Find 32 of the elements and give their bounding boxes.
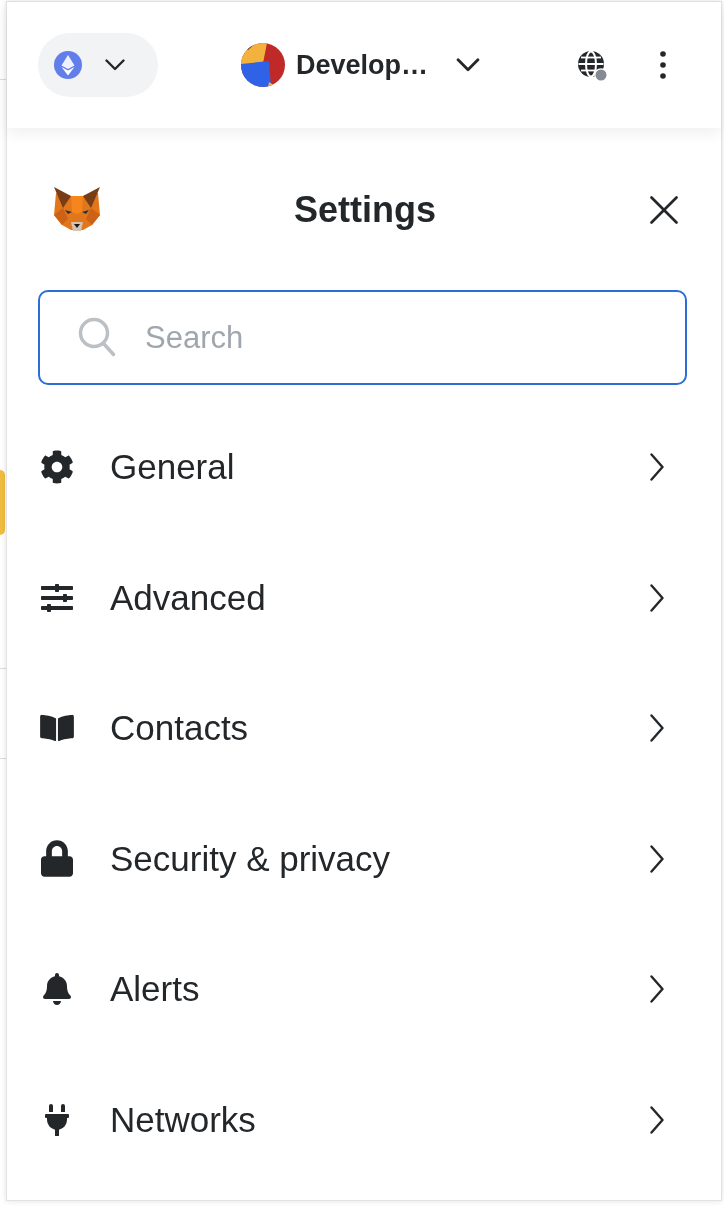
globe-icon	[577, 48, 608, 82]
settings-menu-item[interactable]: Alerts	[7, 924, 721, 1055]
connected-sites-button[interactable]	[577, 48, 608, 82]
avatar-icon	[241, 43, 285, 87]
more-options-button[interactable]	[660, 51, 666, 79]
panel-title: Settings	[294, 188, 436, 232]
kebab-menu-icon	[660, 51, 666, 79]
settings-menu-item[interactable]: Advanced	[7, 532, 721, 663]
settings-menu-item[interactable]: Networks	[7, 1054, 721, 1185]
lock-icon	[41, 840, 73, 878]
chevron-right-icon	[650, 1105, 664, 1134]
settings-menu-item[interactable]: Contacts	[7, 663, 721, 794]
bell-icon	[43, 973, 71, 1006]
chevron-right-icon	[650, 714, 664, 743]
plug-icon	[45, 1103, 69, 1136]
chevron-right-icon	[650, 583, 664, 612]
tab-edge	[0, 470, 5, 535]
chevron-right-icon	[650, 453, 664, 482]
chevron-right-icon	[650, 975, 664, 1004]
chevron-right-icon	[650, 844, 664, 873]
gear-icon	[40, 450, 74, 485]
sliders-icon	[39, 581, 75, 614]
settings-menu-item[interactable]: General	[7, 402, 721, 533]
search-field[interactable]: Search	[38, 290, 687, 385]
account-selector[interactable]: Develop…	[241, 43, 481, 87]
chevron-down-icon	[105, 59, 125, 71]
settings-menu-item[interactable]: Security & privacy	[7, 793, 721, 924]
book-icon	[40, 713, 74, 744]
close-icon	[650, 196, 678, 224]
search-icon	[78, 317, 116, 357]
close-button[interactable]	[650, 196, 678, 224]
chevron-down-icon	[456, 58, 481, 72]
